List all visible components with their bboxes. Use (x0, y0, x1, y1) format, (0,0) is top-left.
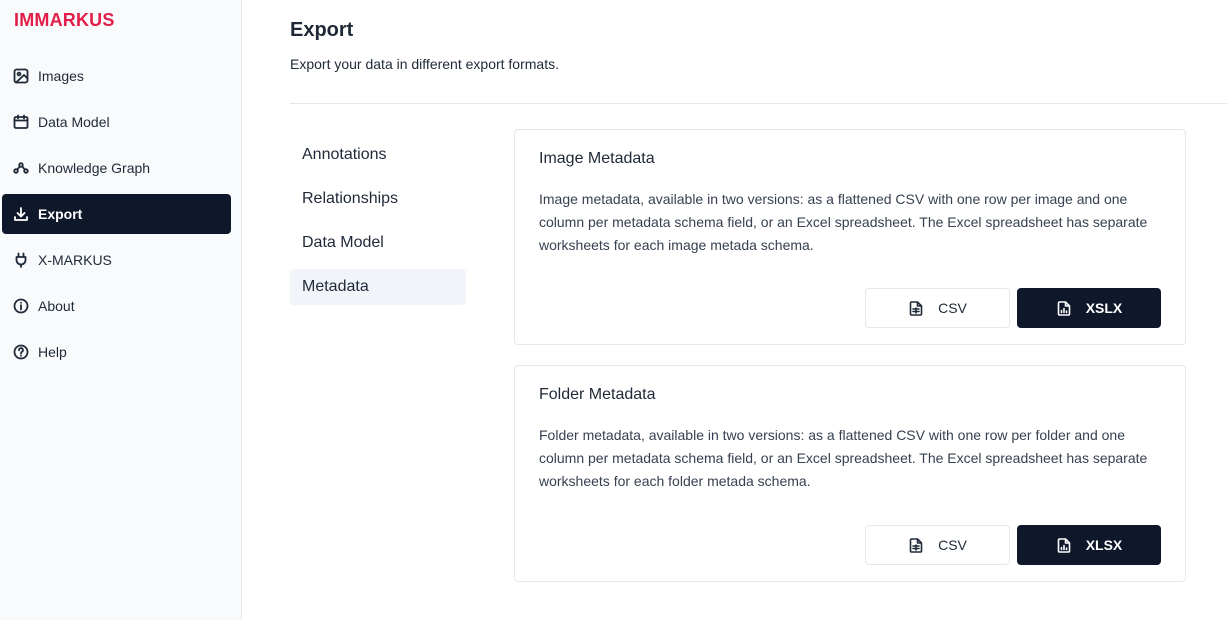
folder-metadata-xlsx-button[interactable]: XLSX (1017, 525, 1161, 565)
sidebar-item-label: Knowledge Graph (38, 160, 151, 176)
sidebar-item-label: Help (38, 344, 67, 360)
sidebar-item-x-markus[interactable]: X-MARKUS (2, 240, 231, 280)
export-subnav: Annotations Relationships Data Model Met… (290, 137, 466, 313)
sidebar-item-label: Images (38, 68, 84, 84)
sidebar: IMMARKUS Images Data Model Knowledge Gra… (0, 0, 242, 620)
subnav-item-annotations[interactable]: Annotations (290, 137, 466, 173)
page-subtitle: Export your data in different export for… (290, 56, 559, 72)
sidebar-item-label: Export (38, 206, 83, 222)
sidebar-item-label: X-MARKUS (38, 252, 112, 268)
spreadsheet-file-icon (1056, 537, 1072, 553)
main-content: Export Export your data in different exp… (242, 0, 1227, 620)
spreadsheet-file-icon (1056, 300, 1072, 316)
card-title: Image Metadata (539, 150, 655, 167)
sidebar-item-label: About (38, 298, 75, 314)
sidebar-item-data-model[interactable]: Data Model (2, 102, 231, 142)
app-brand[interactable]: IMMARKUS (14, 10, 115, 31)
sidebar-item-knowledge-graph[interactable]: Knowledge Graph (2, 148, 231, 188)
button-label: CSV (938, 537, 967, 553)
image-metadata-card: Image Metadata Image metadata, available… (514, 129, 1186, 345)
header-divider (290, 103, 1227, 104)
subnav-item-metadata[interactable]: Metadata (290, 269, 466, 305)
image-icon (12, 67, 30, 85)
subnav-item-data-model[interactable]: Data Model (290, 225, 466, 261)
card-description: Folder metadata, available in two versio… (539, 427, 1148, 489)
folder-metadata-card: Folder Metadata Folder metadata, availab… (514, 365, 1186, 582)
button-label: CSV (938, 300, 967, 316)
image-metadata-csv-button[interactable]: CSV (865, 288, 1010, 328)
card-title: Folder Metadata (539, 386, 656, 403)
sidebar-item-about[interactable]: About (2, 286, 231, 326)
graph-icon (12, 159, 30, 177)
button-label: XSLX (1085, 300, 1123, 316)
calendar-icon (12, 113, 30, 131)
folder-metadata-csv-button[interactable]: CSV (865, 525, 1010, 565)
page-title: Export (290, 19, 354, 41)
image-metadata-xlsx-button[interactable]: XSLX (1017, 288, 1161, 328)
sidebar-item-images[interactable]: Images (2, 56, 231, 96)
subnav-item-relationships[interactable]: Relationships (290, 181, 466, 217)
button-label: XLSX (1085, 537, 1123, 553)
csv-file-icon (908, 300, 924, 316)
card-description: Image metadata, available in two version… (539, 191, 1148, 253)
csv-file-icon (908, 537, 924, 553)
help-icon (12, 343, 30, 361)
plug-icon (12, 251, 30, 269)
sidebar-item-help[interactable]: Help (2, 332, 231, 372)
sidebar-item-label: Data Model (38, 114, 110, 130)
download-icon (12, 205, 30, 223)
info-icon (12, 297, 30, 315)
sidebar-item-export[interactable]: Export (2, 194, 231, 234)
sidebar-nav: Images Data Model Knowledge Graph Export… (2, 56, 231, 378)
